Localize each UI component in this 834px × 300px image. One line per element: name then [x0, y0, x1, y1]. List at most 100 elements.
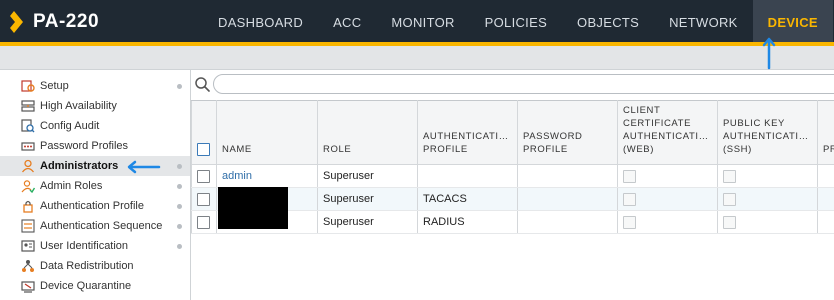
client-cert-cell	[617, 164, 718, 188]
admin-roles-icon	[21, 179, 35, 193]
table-row[interactable]: admin Superuser	[191, 164, 834, 188]
select-all-checkbox[interactable]	[197, 142, 210, 156]
table-header-row: NAME ROLE AUTHENTICATI… PROFILE PASSWORD…	[191, 100, 834, 165]
authentication-sequence-icon	[21, 219, 35, 233]
column-header-authentication-profile[interactable]: AUTHENTICATI… PROFILE	[417, 100, 518, 165]
truncated-cell	[817, 210, 834, 234]
column-header-role[interactable]: ROLE	[317, 100, 418, 165]
sidebar-item-user-identification[interactable]: User Identification	[0, 236, 190, 256]
sidebar-item-label: Config Audit	[40, 120, 100, 132]
top-navigation-bar: PA-220 DASHBOARD ACC MONITOR POLICIES OB…	[0, 0, 834, 46]
auth-profile-cell: RADIUS	[417, 210, 518, 234]
tab-dashboard[interactable]: DASHBOARD	[203, 0, 318, 46]
public-key-cell	[717, 210, 818, 234]
administrator-icon	[21, 159, 35, 173]
role-cell: Superuser	[317, 164, 418, 188]
truncated-cell	[817, 164, 834, 188]
column-header-truncated[interactable]: PR	[817, 100, 834, 165]
truncated-cell	[817, 187, 834, 211]
sidebar-item-authentication-profile[interactable]: Authentication Profile	[0, 196, 190, 216]
high-availability-icon	[21, 99, 35, 113]
status-dot	[177, 204, 182, 209]
public-key-checkbox	[723, 169, 736, 183]
role-cell: Superuser	[317, 210, 418, 234]
user-identification-icon	[21, 239, 35, 253]
admin-name-link[interactable]: admin	[222, 170, 252, 182]
public-key-cell	[717, 187, 818, 211]
sidebar-item-high-availability[interactable]: High Availability	[0, 96, 190, 116]
column-header-name[interactable]: NAME	[216, 100, 318, 165]
sidebar-item-label: User Identification	[40, 240, 129, 252]
search-input[interactable]	[213, 74, 834, 94]
sidebar-item-data-redistribution[interactable]: Data Redistribution	[0, 256, 190, 276]
auth-profile-cell: TACACS	[417, 187, 518, 211]
client-cert-checkbox	[623, 192, 636, 206]
toolbar-strip	[0, 46, 834, 70]
sidebar-item-label: High Availability	[40, 100, 117, 112]
row-checkbox[interactable]	[197, 192, 210, 206]
sidebar-item-label: Admin Roles	[40, 180, 103, 192]
sidebar-item-label: Data Redistribution	[40, 260, 134, 272]
sidebar-item-label: Setup	[40, 80, 69, 92]
sidebar-item-label: Administrators	[40, 160, 119, 172]
device-quarantine-icon	[21, 279, 35, 293]
client-cert-checkbox	[623, 215, 636, 229]
status-dot	[177, 224, 182, 229]
arrow-up-annotation-icon	[762, 37, 776, 70]
row-checkbox[interactable]	[197, 215, 210, 229]
column-header-public-key-auth[interactable]: PUBLIC KEY AUTHENTICATI… (SSH)	[717, 100, 818, 165]
sidebar-item-label: Authentication Sequence	[40, 220, 163, 232]
select-all-header	[191, 100, 217, 165]
public-key-checkbox	[723, 215, 736, 229]
main-nav-tabs: DASHBOARD ACC MONITOR POLICIES OBJECTS N…	[203, 0, 833, 46]
administrators-panel: NAME ROLE AUTHENTICATI… PROFILE PASSWORD…	[191, 70, 834, 300]
password-profile-cell	[517, 187, 618, 211]
authentication-profile-icon	[21, 199, 35, 213]
filter-bar	[191, 70, 834, 100]
password-profile-cell	[517, 210, 618, 234]
status-dot	[177, 244, 182, 249]
column-header-client-certificate-auth[interactable]: CLIENT CERTIFICATE AUTHENTICATI… (WEB)	[617, 100, 718, 165]
row-select-cell	[191, 164, 217, 188]
sidebar-item-label: Authentication Profile	[40, 200, 144, 212]
role-cell: Superuser	[317, 187, 418, 211]
admin-name-cell: admin	[216, 164, 318, 188]
sidebar-item-label: Device Quarantine	[40, 280, 132, 292]
status-dot	[177, 84, 182, 89]
sidebar-item-password-profiles[interactable]: Password Profiles	[0, 136, 190, 156]
row-select-cell	[191, 187, 217, 211]
public-key-cell	[717, 164, 818, 188]
logo-icon	[10, 11, 23, 33]
client-cert-cell	[617, 210, 718, 234]
auth-profile-cell	[417, 164, 518, 188]
password-profile-cell	[517, 164, 618, 188]
sidebar-item-label: Password Profiles	[40, 140, 129, 152]
app-logo[interactable]: PA-220	[7, 10, 99, 34]
device-name: PA-220	[33, 11, 100, 32]
tab-acc[interactable]: ACC	[318, 0, 376, 46]
status-dot	[177, 164, 182, 169]
public-key-checkbox	[723, 192, 736, 206]
tab-network[interactable]: NETWORK	[654, 0, 753, 46]
tab-policies[interactable]: POLICIES	[470, 0, 562, 46]
client-cert-checkbox	[623, 169, 636, 183]
row-checkbox[interactable]	[197, 169, 210, 183]
column-header-password-profile[interactable]: PASSWORD PROFILE	[517, 100, 618, 165]
config-audit-icon	[21, 119, 35, 133]
arrow-left-annotation-icon	[127, 160, 161, 174]
sidebar-item-admin-roles[interactable]: Admin Roles	[0, 176, 190, 196]
status-dot	[177, 184, 182, 189]
row-select-cell	[191, 210, 217, 234]
client-cert-cell	[617, 187, 718, 211]
password-profile-icon	[21, 139, 35, 153]
sidebar-item-authentication-sequence[interactable]: Authentication Sequence	[0, 216, 190, 236]
search-icon[interactable]	[194, 76, 210, 92]
sidebar-item-config-audit[interactable]: Config Audit	[0, 116, 190, 136]
sidebar-item-setup[interactable]: Setup	[0, 76, 190, 96]
tab-monitor[interactable]: MONITOR	[376, 0, 469, 46]
redacted-names-block	[218, 187, 288, 229]
sidebar-item-device-quarantine[interactable]: Device Quarantine	[0, 276, 190, 296]
tab-objects[interactable]: OBJECTS	[562, 0, 654, 46]
device-sidebar: Setup High Availability Config Audit Pas…	[0, 70, 191, 300]
setup-icon	[21, 79, 35, 93]
